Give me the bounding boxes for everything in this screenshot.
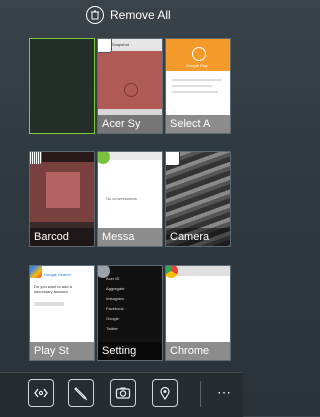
recent-app-card-play-store[interactable]: Google Search Do you want to add a secon… — [29, 265, 95, 361]
play-store-app-icon — [30, 266, 42, 278]
app-label: Play St — [30, 342, 94, 360]
barcode-app-icon — [30, 152, 42, 164]
app-label: Acer Sy — [98, 115, 162, 133]
recent-app-card-messaging[interactable]: No conversations Messa — [97, 151, 163, 247]
trash-icon — [86, 6, 104, 24]
app-label: Setting — [98, 342, 162, 360]
camera-app-icon — [166, 152, 180, 166]
more-options-button[interactable]: ⋯ — [212, 383, 236, 403]
recent-app-card-camera[interactable]: Camera — [165, 151, 231, 247]
pen-icon — [74, 387, 88, 401]
app-label: Barcod — [30, 228, 94, 246]
code-icon — [34, 388, 48, 398]
app-label: Select A — [166, 115, 230, 133]
recent-app-card-barcode[interactable]: Barcod — [29, 151, 95, 247]
recent-app-card-settings[interactable]: Acer ID Aggregate Instagram Facebook Goo… — [97, 265, 163, 361]
app-label: Messa — [98, 228, 162, 246]
remove-all-label: Remove All — [110, 8, 171, 22]
recent-apps-grid: Snapshot Acer Sy Google Play Select A Ba… — [0, 30, 243, 370]
recent-app-card-empty[interactable] — [29, 38, 95, 134]
map-pin-icon — [160, 386, 170, 401]
recent-app-card-select[interactable]: Google Play Select A — [165, 38, 231, 134]
code-app-button[interactable] — [28, 379, 54, 407]
camera-icon — [124, 83, 138, 97]
camera-app-button[interactable] — [110, 379, 136, 407]
app-thumbnail — [30, 39, 94, 133]
headphones-icon — [192, 47, 206, 61]
quick-apps-dock: ⋯ — [0, 372, 243, 417]
maps-app-button[interactable] — [152, 379, 178, 407]
recent-app-card-chrome[interactable]: Chrome — [165, 265, 231, 361]
app-label: Camera — [166, 228, 230, 246]
dock-divider — [200, 381, 201, 407]
top-bar: Remove All — [0, 0, 243, 30]
recent-app-card-acer-snapshot[interactable]: Snapshot Acer Sy — [97, 38, 163, 134]
pen-app-button[interactable] — [68, 379, 94, 407]
remove-all-button[interactable]: Remove All — [86, 4, 171, 26]
app-label: Chrome — [166, 342, 230, 360]
acer-app-icon — [98, 39, 112, 53]
camera-icon — [115, 387, 131, 399]
